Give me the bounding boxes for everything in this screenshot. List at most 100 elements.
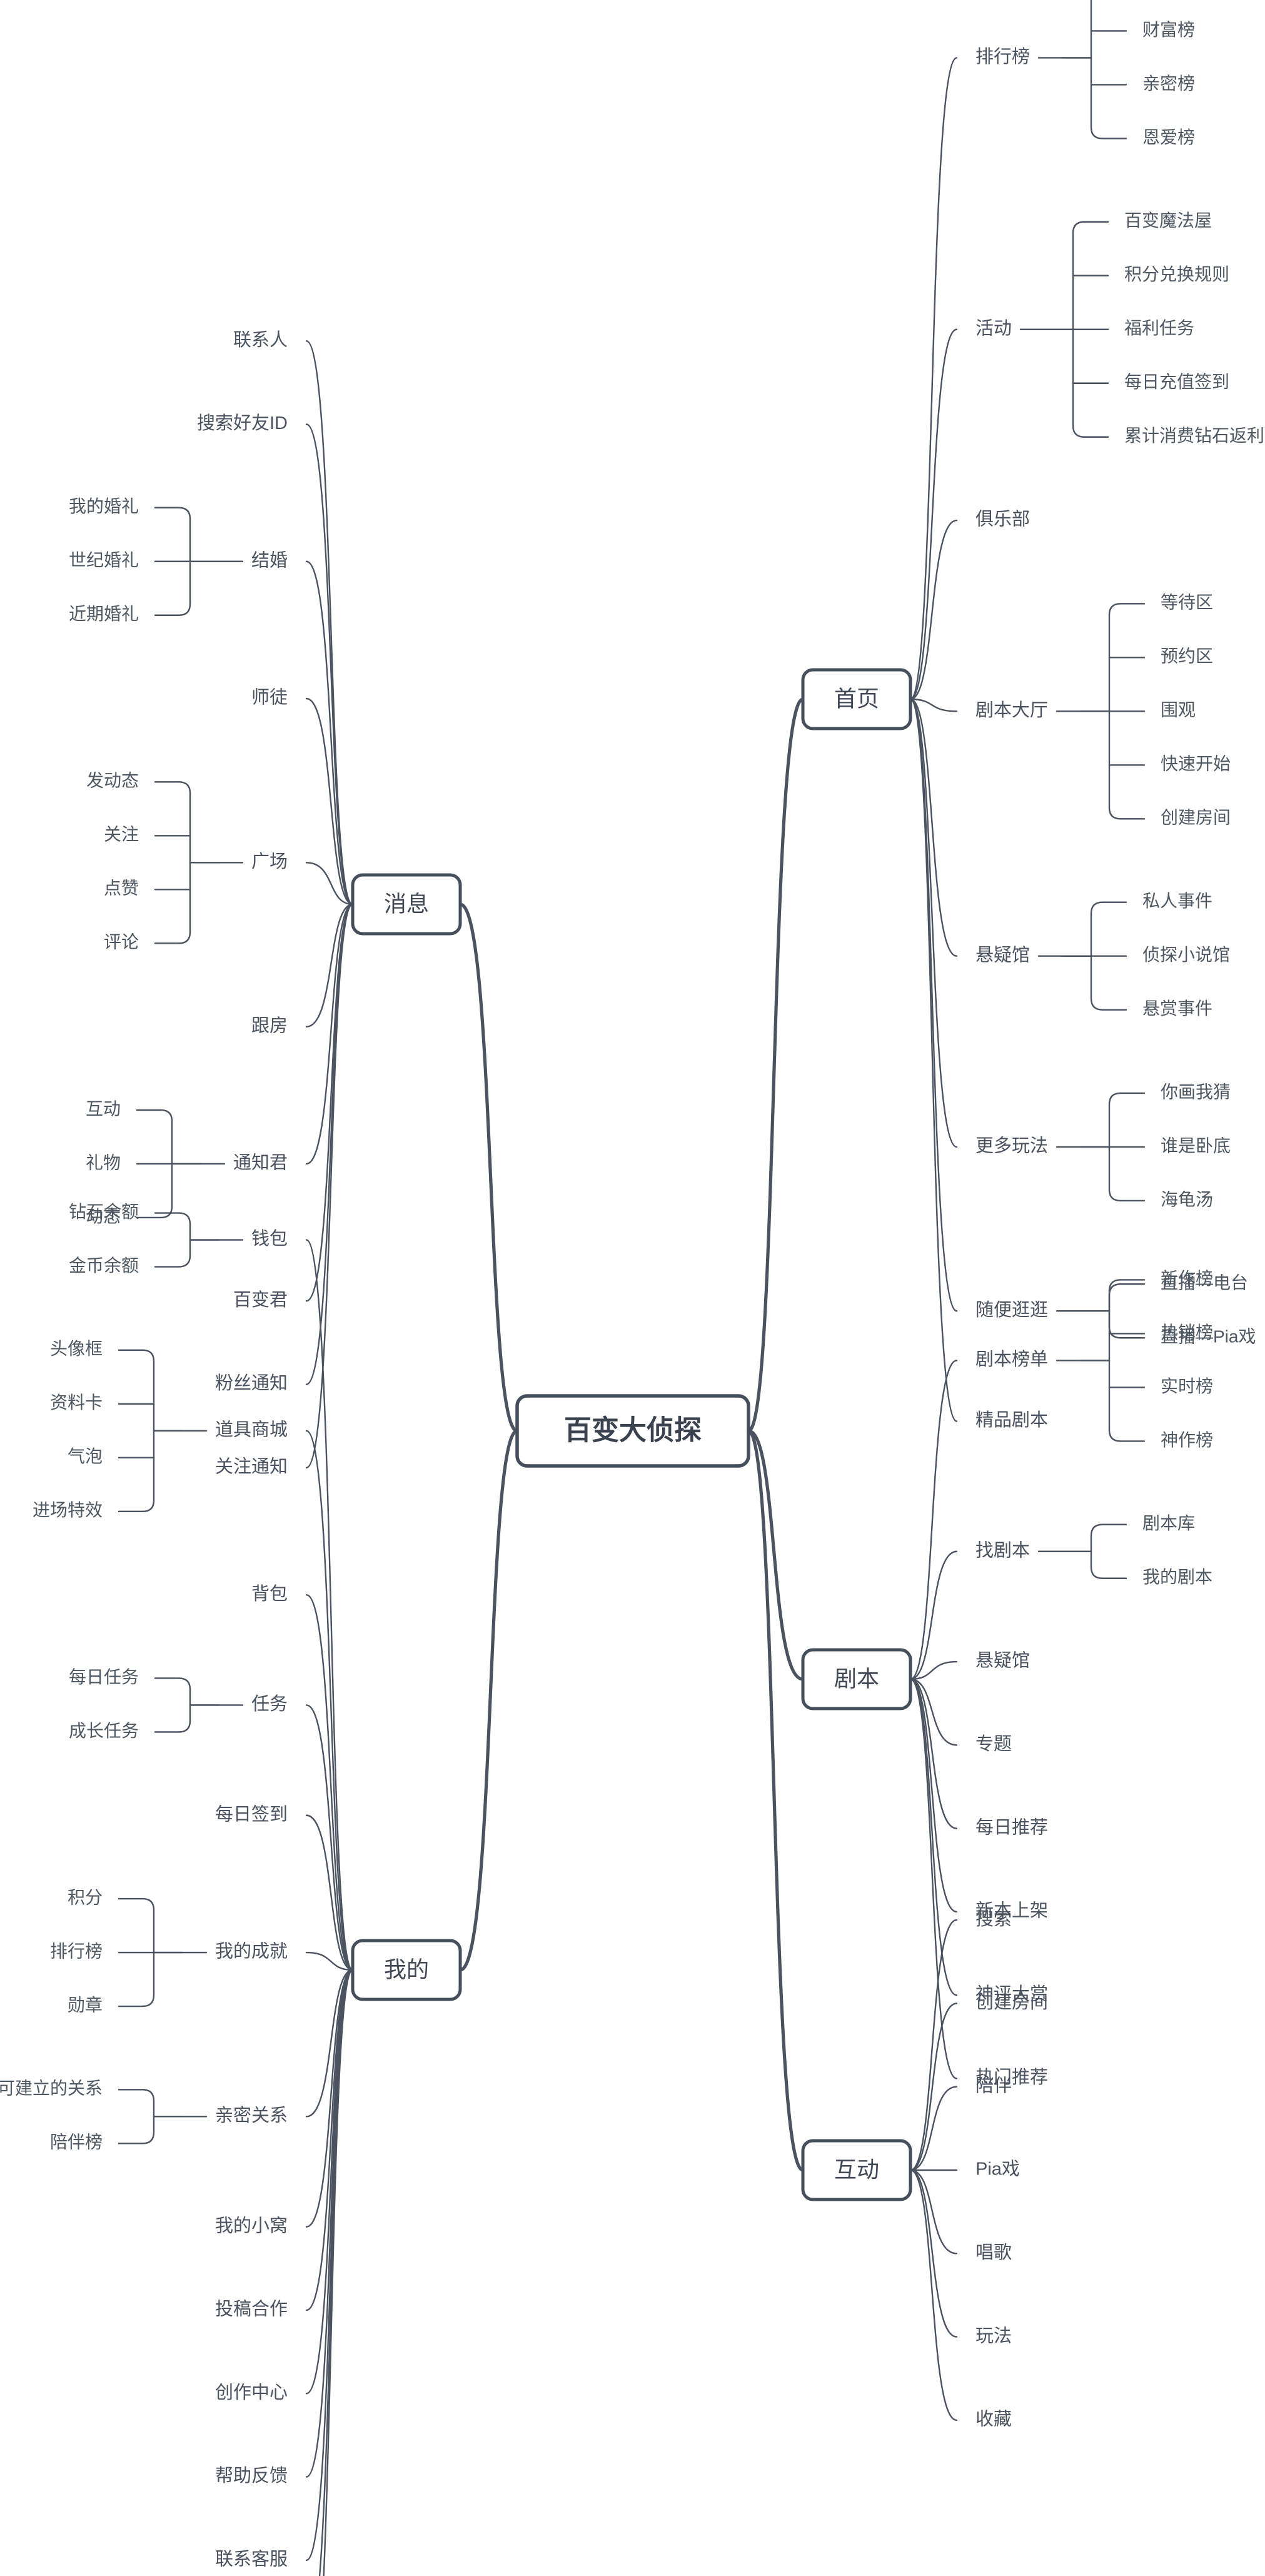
mindmap-node-wode-1: 道具商城 — [215, 1420, 288, 1440]
mindmap-root-node[interactable]: 百变大侦探 — [515, 1394, 750, 1468]
mindmap-leaf-shouye-3-4: 创建房间 — [1161, 808, 1231, 827]
mindmap-main-node-xiaoxi-label: 消息 — [384, 891, 429, 917]
mindmap-leaf-xiaoxi-2-0: 我的婚礼 — [69, 497, 139, 516]
mindmap-node-hudong-1: 创建房间 — [975, 1992, 1048, 2013]
mindmap-node-shouye-3: 剧本大厅 — [975, 700, 1048, 720]
mindmap-bracket-shouye-0-spine — [1090, 0, 1104, 139]
mindmap-bracket-xiaoxi-4-spine — [178, 781, 191, 944]
mindmap-leaf-shouye-5-1: 谁是卧底 — [1161, 1136, 1231, 1155]
mindmap-leaf-wode-3-1: 成长任务 — [69, 1721, 139, 1740]
mindmap-bracket-juben-0-spine — [1108, 1279, 1122, 1442]
mindmap-leaf-shouye-5-2: 海龟汤 — [1161, 1190, 1213, 1209]
mindmap-edge-xiaoxi-3 — [305, 697, 354, 906]
node-layer: 排行榜魅力榜财富榜亲密榜恩爱榜活动百变魔法屋积分兑换规则福利任务每日充值签到累计… — [0, 20, 1264, 2570]
mindmap-edge-xiaoxi-2 — [305, 560, 354, 906]
mindmap-leaf-wode-3-0: 每日任务 — [69, 1667, 139, 1687]
mindmap-main-node-hudong[interactable]: 互动 — [801, 2139, 912, 2201]
mindmap-edge-shouye-1 — [909, 328, 958, 700]
mindmap-edge-hudong-0 — [909, 1919, 958, 2171]
mindmap-node-hudong-0: 搜索 — [975, 1909, 1012, 1929]
mindmap-node-wode-3: 任务 — [251, 1694, 288, 1714]
mindmap-bracket-shouye-6-spine — [1108, 1283, 1122, 1339]
mindmap-leaf-shouye-3-1: 预约区 — [1161, 647, 1213, 666]
mindmap-leaf-wode-1-2: 气泡 — [68, 1447, 103, 1466]
mindmap-leaf-xiaoxi-2-1: 世纪婚礼 — [69, 550, 139, 570]
mindmap-main-node-xiaoxi[interactable]: 消息 — [351, 873, 462, 936]
mindmap-leaf-wode-1-1: 资料卡 — [50, 1393, 103, 1412]
mindmap-node-wode-0: 钱包 — [251, 1228, 288, 1249]
mindmap-main-node-wode-label: 我的 — [384, 1957, 429, 1983]
mindmap-node-shouye-1: 活动 — [975, 318, 1012, 338]
mindmap-node-wode-11: 联系客服 — [215, 2549, 288, 2570]
mindmap-bracket-juben-1-spine — [1090, 1523, 1104, 1579]
mindmap-node-shouye-6: 随便逛逛 — [975, 1300, 1048, 1320]
mindmap-main-node-juben[interactable]: 剧本 — [801, 1648, 912, 1710]
mindmap-leaf-shouye-3-2: 围观 — [1161, 700, 1196, 720]
mindmap-edge-wode-13 — [323, 1969, 354, 2576]
mindmap-node-hudong-6: 收藏 — [975, 2409, 1012, 2430]
mindmap-node-juben-1: 找剧本 — [975, 1540, 1030, 1560]
mindmap-node-juben-0: 剧本榜单 — [975, 1349, 1048, 1370]
mindmap-node-xiaoxi-8: 粉丝通知 — [215, 1373, 288, 1393]
mindmap-leaf-wode-1-3: 进场特效 — [33, 1500, 103, 1520]
mindmap-leaf-shouye-3-3: 快速开始 — [1161, 754, 1231, 774]
mindmap-node-wode-5: 我的成就 — [215, 1941, 288, 1962]
mindmap-edge-wode-12 — [318, 1969, 354, 2576]
mindmap-node-wode-9: 创作中心 — [215, 2382, 288, 2403]
mindmap-leaf-xiaoxi-6-0: 互动 — [86, 1099, 121, 1118]
mindmap-leaf-juben-0-3: 神作榜 — [1161, 1430, 1213, 1450]
mindmap-leaf-xiaoxi-4-3: 评论 — [104, 932, 139, 952]
mindmap-leaf-shouye-0-1: 财富榜 — [1142, 20, 1195, 39]
mindmap-node-shouye-0: 排行榜 — [975, 46, 1030, 67]
mindmap-leaf-juben-0-2: 实时榜 — [1161, 1376, 1213, 1396]
mindmap-leaf-juben-1-0: 剧本库 — [1142, 1513, 1195, 1533]
mindmap-node-juben-2: 悬疑馆 — [975, 1650, 1030, 1671]
mindmap-leaf-xiaoxi-4-2: 点赞 — [104, 879, 139, 898]
mindmap-leaf-wode-5-0: 积分 — [68, 1887, 103, 1907]
mindmap-main-node-shouye[interactable]: 首页 — [801, 668, 912, 730]
mindmap-node-shouye-7: 精品剧本 — [975, 1410, 1048, 1430]
mindmap-trunk-wode — [458, 1429, 519, 1972]
mindmap-leaf-juben-1-1: 我的剧本 — [1142, 1567, 1212, 1587]
mindmap-root-node-label: 百变大侦探 — [564, 1415, 702, 1446]
mindmap-main-node-wode[interactable]: 我的 — [351, 1939, 462, 2001]
mindmap-leaf-shouye-1-3: 每日充值签到 — [1124, 372, 1229, 391]
mindmap-leaf-shouye-0-3: 恩爱榜 — [1142, 128, 1195, 147]
mindmap-leaf-shouye-1-4: 累计消费钻石返利 — [1124, 426, 1264, 445]
mindmap-leaf-shouye-5-0: 你画我猜 — [1161, 1082, 1231, 1101]
mindmap-node-wode-7: 我的小窝 — [215, 2215, 288, 2236]
mindmap-edge-shouye-6 — [909, 698, 958, 1312]
mindmap-node-hudong-3: Pia戏 — [975, 2159, 1020, 2179]
mindmap-node-hudong-5: 玩法 — [975, 2325, 1012, 2346]
mindmap-trunk-hudong — [747, 1429, 805, 2172]
mindmap-node-wode-8: 投稿合作 — [215, 2299, 288, 2320]
mindmap-node-wode-4: 每日签到 — [215, 1804, 288, 1824]
mindmap-node-xiaoxi-7: 百变君 — [233, 1290, 288, 1310]
mindmap-node-xiaoxi-4: 广场 — [251, 851, 288, 872]
mindmap-leaf-xiaoxi-2-2: 近期婚礼 — [69, 604, 139, 624]
mindmap-svg: 排行榜魅力榜财富榜亲密榜恩爱榜活动百变魔法屋积分兑换规则福利任务每日充值签到累计… — [0, 0, 1264, 2576]
mindmap-edge-xiaoxi-7 — [305, 903, 354, 1302]
mindmap-node-xiaoxi-6: 通知君 — [233, 1153, 288, 1173]
mindmap-leaf-shouye-1-2: 福利任务 — [1124, 318, 1194, 338]
mindmap-bracket-wode-1-spine — [141, 1349, 155, 1513]
mindmap-trunk-shouye — [747, 697, 805, 1433]
mindmap-edge-wode-3 — [305, 1704, 354, 1971]
mindmap-node-hudong-4: 唱歌 — [975, 2242, 1012, 2263]
mindmap-leaf-shouye-4-1: 侦探小说馆 — [1142, 945, 1230, 964]
mindmap-leaf-wode-1-0: 头像框 — [50, 1339, 103, 1358]
edge-layer — [118, 0, 1146, 2576]
mindmap-node-wode-10: 帮助反馈 — [215, 2465, 288, 2486]
mindmap-edge-juben-7 — [909, 1678, 958, 2079]
mindmap-leaf-wode-6-1: 陪伴榜 — [50, 2133, 103, 2152]
mindmap-node-juben-3: 专题 — [975, 1734, 1012, 1754]
mindmap-trunk-xiaoxi — [458, 902, 519, 1433]
mindmap-node-xiaoxi-1: 搜索好友ID — [197, 413, 288, 433]
mindmap-node-wode-6: 亲密关系 — [215, 2105, 288, 2126]
mindmap-leaf-xiaoxi-4-0: 发动态 — [86, 771, 139, 790]
mindmap-edge-shouye-3 — [909, 698, 958, 712]
mindmap-edge-juben-1 — [909, 1550, 958, 1680]
mindmap-leaf-wode-0-1: 金币余额 — [69, 1256, 139, 1275]
mindmap-edge-wode-1 — [305, 1430, 354, 1971]
mindmap-leaf-xiaoxi-4-1: 关注 — [104, 825, 139, 844]
